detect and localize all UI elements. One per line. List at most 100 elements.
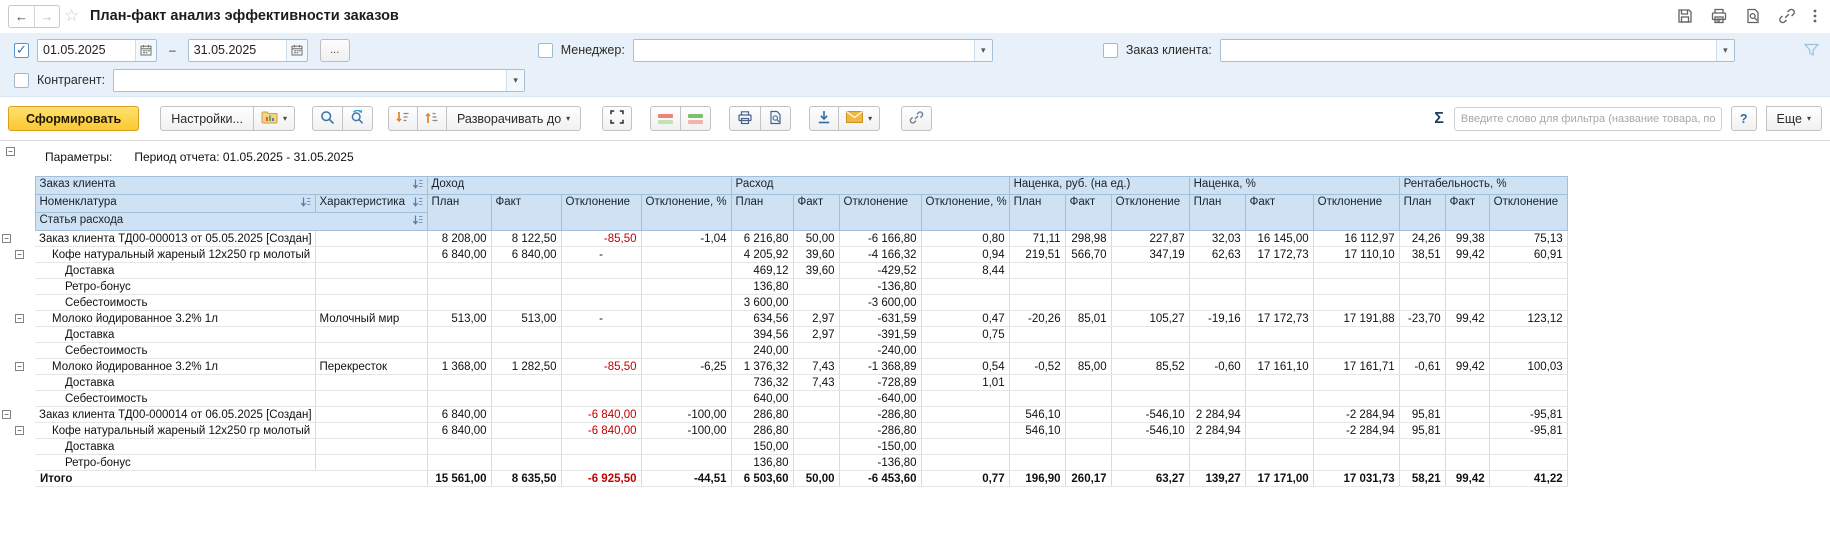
- calendar-icon[interactable]: [135, 40, 156, 61]
- search-button[interactable]: [312, 106, 343, 131]
- report-variants-button[interactable]: ▾: [253, 106, 295, 131]
- value-cell: [427, 295, 491, 311]
- manager-input[interactable]: [634, 40, 974, 61]
- download-icon: [817, 110, 831, 127]
- column-header[interactable]: План: [1189, 195, 1245, 231]
- counterparty-checkbox[interactable]: [14, 73, 29, 88]
- chevron-down-icon[interactable]: ▾: [974, 40, 992, 61]
- back-button[interactable]: ←: [9, 6, 34, 27]
- column-header[interactable]: Отклонение: [1489, 195, 1567, 231]
- generate-button[interactable]: Сформировать: [8, 106, 139, 131]
- column-header[interactable]: План: [1399, 195, 1445, 231]
- collapse-toggle[interactable]: −: [15, 362, 24, 371]
- value-cell: 240,00: [731, 343, 793, 359]
- column-header[interactable]: План: [1009, 195, 1065, 231]
- value-cell: 0,77: [921, 471, 1009, 487]
- column-header[interactable]: Отклонение, %: [641, 195, 731, 231]
- column-header[interactable]: Факт: [1245, 195, 1313, 231]
- manager-checkbox[interactable]: [538, 43, 553, 58]
- column-header[interactable]: Факт: [1445, 195, 1489, 231]
- sum-icon[interactable]: Σ: [1434, 110, 1454, 128]
- value-cell: 17 172,73: [1245, 247, 1313, 263]
- print-preview-icon[interactable]: [1744, 7, 1762, 25]
- row-characteristic-cell: [315, 375, 427, 391]
- period-checkbox[interactable]: [14, 43, 29, 58]
- calendar-icon[interactable]: [286, 40, 307, 61]
- highlight-negative-button[interactable]: [650, 106, 681, 131]
- column-group-header[interactable]: Рентабельность, %: [1399, 177, 1567, 195]
- favorite-star-icon[interactable]: ☆: [64, 6, 79, 26]
- fullscreen-button[interactable]: [602, 106, 632, 131]
- column-header[interactable]: Отклонение: [561, 195, 641, 231]
- value-cell: [1065, 423, 1111, 439]
- collapse-toggle[interactable]: −: [2, 234, 11, 243]
- collapse-toggle[interactable]: −: [15, 314, 24, 323]
- sort-ascending-button[interactable]: [417, 106, 447, 131]
- more-menu-icon[interactable]: [1812, 7, 1818, 25]
- column-header-expense-item[interactable]: Статья расхода: [35, 213, 427, 231]
- value-cell: [1065, 375, 1111, 391]
- expand-to-button[interactable]: Разворачивать до▾: [446, 106, 581, 131]
- value-cell: [1065, 263, 1111, 279]
- value-cell: -3 600,00: [839, 295, 921, 311]
- column-header-customer-order[interactable]: Заказ клиента: [35, 177, 427, 195]
- value-cell: 85,00: [1065, 359, 1111, 375]
- collapse-toggle[interactable]: −: [15, 250, 24, 259]
- sort-descending-button[interactable]: [388, 106, 418, 131]
- email-button[interactable]: ▾: [838, 106, 880, 131]
- get-link-button[interactable]: [901, 106, 932, 131]
- filter-funnel-icon[interactable]: [1803, 41, 1820, 61]
- row-characteristic-cell: [315, 231, 427, 247]
- value-cell: [1489, 455, 1567, 471]
- row-characteristic-cell: Перекресток: [315, 359, 427, 375]
- help-button[interactable]: ?: [1731, 106, 1757, 131]
- chevron-down-icon[interactable]: ▾: [1716, 40, 1734, 61]
- column-group-header[interactable]: Доход: [427, 177, 731, 195]
- column-header[interactable]: Факт: [1065, 195, 1111, 231]
- column-header[interactable]: Отклонение: [1313, 195, 1399, 231]
- counterparty-input[interactable]: [114, 70, 506, 91]
- print-preview-button[interactable]: [760, 106, 791, 131]
- column-group-header[interactable]: Наценка, %: [1189, 177, 1399, 195]
- period-to-input[interactable]: [189, 40, 286, 61]
- value-cell: [921, 279, 1009, 295]
- value-cell: 286,80: [731, 407, 793, 423]
- save-file-button[interactable]: [809, 106, 839, 131]
- column-header[interactable]: План: [731, 195, 793, 231]
- link-icon[interactable]: [1778, 7, 1796, 25]
- more-button[interactable]: Еще▾: [1766, 106, 1822, 131]
- collapse-all-toggle[interactable]: −: [6, 147, 15, 156]
- column-header[interactable]: Факт: [793, 195, 839, 231]
- collapse-toggle[interactable]: −: [2, 410, 11, 419]
- print-icon[interactable]: [1710, 7, 1728, 25]
- arrow-left-icon: ←: [15, 9, 28, 24]
- value-cell: [561, 343, 641, 359]
- column-group-header[interactable]: Наценка, руб. (на ед.): [1009, 177, 1189, 195]
- column-header[interactable]: Отклонение, %: [921, 195, 1009, 231]
- cancel-search-button[interactable]: [342, 106, 373, 131]
- column-group-header[interactable]: Расход: [731, 177, 1009, 195]
- column-header[interactable]: Отклонение: [1111, 195, 1189, 231]
- column-header-nomenclature[interactable]: Номенклатура: [35, 195, 315, 213]
- value-cell: [1313, 327, 1399, 343]
- column-header[interactable]: Отклонение: [839, 195, 921, 231]
- settings-button[interactable]: Настройки...: [160, 106, 254, 131]
- print-button[interactable]: [729, 106, 761, 131]
- export-group: ▾: [809, 106, 880, 131]
- customer-order-input[interactable]: [1221, 40, 1716, 61]
- customer-order-checkbox[interactable]: [1103, 43, 1118, 58]
- forward-button[interactable]: →: [34, 6, 59, 27]
- column-header-characteristic[interactable]: Характеристика: [315, 195, 427, 213]
- quick-filter-input[interactable]: [1454, 107, 1722, 131]
- period-from-input[interactable]: [38, 40, 135, 61]
- column-header[interactable]: План: [427, 195, 491, 231]
- column-header[interactable]: Факт: [491, 195, 561, 231]
- chevron-down-icon[interactable]: ▾: [506, 70, 524, 91]
- value-cell: 99,42: [1445, 471, 1489, 487]
- highlight-positive-button[interactable]: [680, 106, 711, 131]
- period-options-button[interactable]: ...: [320, 39, 350, 62]
- value-cell: [1245, 263, 1313, 279]
- save-icon[interactable]: [1676, 7, 1694, 25]
- collapse-toggle[interactable]: −: [15, 426, 24, 435]
- value-cell: 39,60: [793, 263, 839, 279]
